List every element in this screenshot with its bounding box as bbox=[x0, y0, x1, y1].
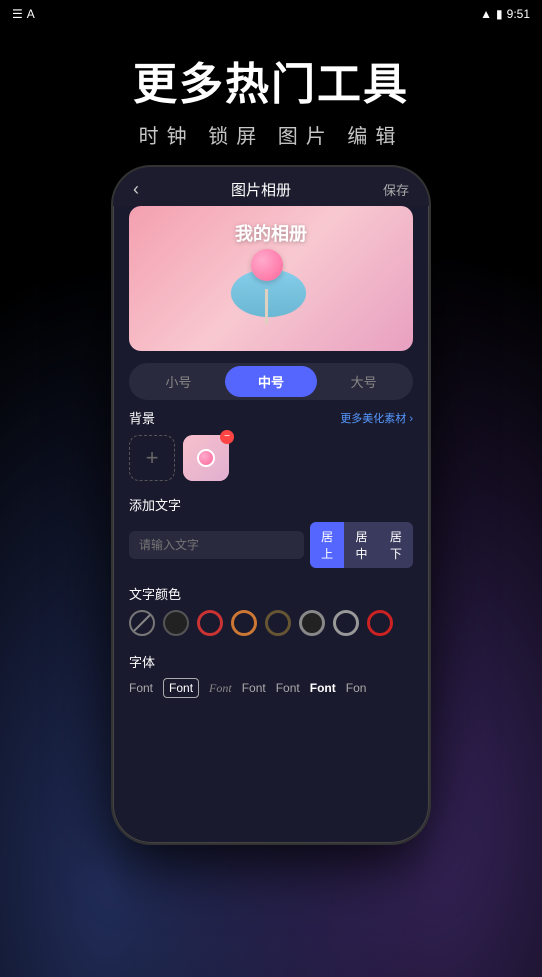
align-middle-button[interactable]: 居中 bbox=[344, 522, 378, 568]
main-content: 更多热门工具 时钟 锁屏 图片 编辑 ‹ 图片相册 保存 我的相册 小号 中号 … bbox=[0, 28, 542, 977]
status-right: ▲ ▮ 9:51 bbox=[480, 7, 530, 21]
font-label: 字体 bbox=[129, 655, 155, 670]
background-label: 背景 bbox=[129, 408, 155, 427]
color-red-ring[interactable] bbox=[197, 610, 223, 636]
delete-background-button[interactable]: − bbox=[220, 430, 234, 444]
color-none[interactable] bbox=[129, 610, 155, 636]
phone-screen-title: 图片相册 bbox=[231, 179, 291, 200]
save-button[interactable]: 保存 bbox=[383, 180, 409, 199]
background-items: + − bbox=[129, 435, 413, 481]
text-color-label: 文字颜色 bbox=[129, 587, 181, 602]
add-background-button[interactable]: + bbox=[129, 435, 175, 481]
size-medium[interactable]: 中号 bbox=[225, 366, 318, 397]
color-orange-ring[interactable] bbox=[231, 610, 257, 636]
album-preview: 我的相册 bbox=[129, 206, 413, 351]
align-top-button[interactable]: 居上 bbox=[310, 522, 344, 568]
menu-icon: ☰ bbox=[12, 7, 23, 21]
color-dark-ring[interactable] bbox=[265, 610, 291, 636]
font-section: 字体 Font Font Font Font Font Font Fon bbox=[113, 644, 429, 698]
add-text-label: 添加文字 bbox=[129, 495, 181, 514]
text-input-row: 居上 居中 居下 bbox=[129, 522, 413, 568]
color-red2[interactable] bbox=[367, 610, 393, 636]
font-item-6[interactable]: Font bbox=[310, 681, 336, 695]
album-decoration bbox=[231, 249, 311, 329]
font-item-5[interactable]: Font bbox=[276, 681, 300, 695]
add-text-header: 添加文字 bbox=[129, 495, 413, 514]
background-section-header: 背景 更多美化素材 › bbox=[129, 408, 413, 427]
status-bar: ☰ A ▲ ▮ 9:51 bbox=[0, 0, 542, 28]
color-black[interactable] bbox=[163, 610, 189, 636]
phone-top-bar: ‹ 图片相册 保存 bbox=[113, 167, 429, 206]
font-item-2[interactable]: Font bbox=[163, 678, 199, 698]
hero-title: 更多热门工具 bbox=[133, 48, 409, 112]
size-selector: 小号 中号 大号 bbox=[129, 363, 413, 400]
font-item-7[interactable]: Fon bbox=[346, 681, 367, 695]
wifi-icon: ▲ bbox=[480, 7, 492, 21]
font-item-3[interactable]: Font bbox=[209, 681, 232, 696]
background-thumbnail[interactable]: − bbox=[183, 435, 229, 481]
size-large[interactable]: 大号 bbox=[317, 366, 410, 397]
font-item-1[interactable]: Font bbox=[129, 681, 153, 695]
color-dark2[interactable] bbox=[299, 610, 325, 636]
hero-subtitle: 时钟 锁屏 图片 编辑 bbox=[139, 120, 404, 149]
time-display: 9:51 bbox=[507, 7, 530, 21]
align-bottom-button[interactable]: 居下 bbox=[379, 522, 413, 568]
text-color-section: 文字颜色 bbox=[113, 576, 429, 636]
back-button[interactable]: ‹ bbox=[133, 179, 139, 200]
font-row: Font Font Font Font Font Font Fon bbox=[129, 678, 413, 698]
status-left: ☰ A bbox=[12, 7, 35, 21]
size-small[interactable]: 小号 bbox=[132, 366, 225, 397]
text-input[interactable] bbox=[129, 531, 304, 559]
add-text-section: 添加文字 居上 居中 居下 bbox=[113, 487, 429, 568]
lollipop-candy bbox=[251, 249, 283, 281]
app-label: A bbox=[27, 7, 35, 21]
album-title: 我的相册 bbox=[129, 220, 413, 246]
background-more[interactable]: 更多美化素材 › bbox=[340, 410, 413, 426]
phone-mockup: ‹ 图片相册 保存 我的相册 小号 中号 大号 背景 更多美化素材 › bbox=[111, 165, 431, 845]
lollipop-stick bbox=[265, 289, 268, 324]
color-row bbox=[129, 610, 413, 636]
thumb-decoration bbox=[197, 449, 215, 467]
color-grey-ring[interactable] bbox=[333, 610, 359, 636]
battery-icon: ▮ bbox=[496, 7, 503, 21]
font-item-4[interactable]: Font bbox=[242, 681, 266, 695]
background-section: 背景 更多美化素材 › + − bbox=[113, 400, 429, 481]
align-buttons: 居上 居中 居下 bbox=[310, 522, 413, 568]
